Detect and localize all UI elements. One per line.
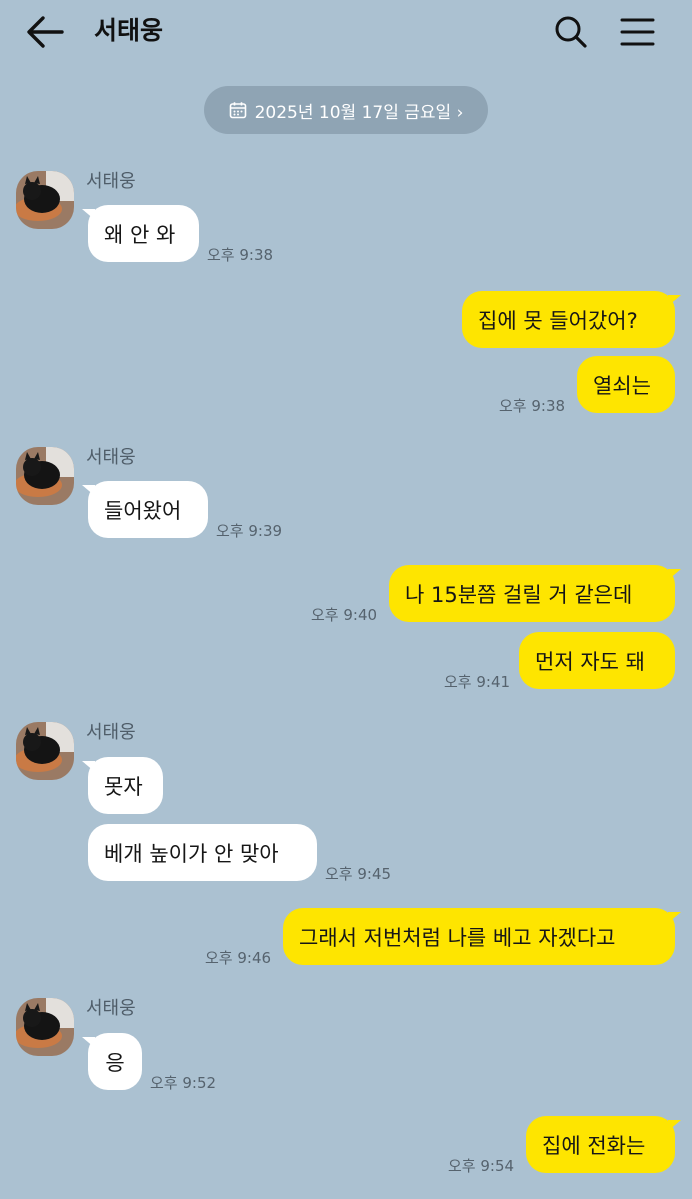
contact-avatar[interactable] bbox=[16, 171, 74, 229]
message-bubble[interactable]: 들어왔어 bbox=[82, 481, 208, 538]
sender-name: 서태웅 bbox=[86, 998, 136, 1019]
message-bubble[interactable]: 베개 높이가 안 맞아 bbox=[88, 824, 317, 881]
contact-avatar[interactable] bbox=[16, 722, 74, 780]
cat-avatar-image bbox=[16, 998, 74, 1056]
message-time: 오후 9:52 bbox=[150, 1074, 217, 1092]
menu-icon bbox=[620, 18, 655, 46]
message-time: 오후 9:40 bbox=[311, 606, 378, 624]
date-label: 2025년 10월 17일 금요일 › bbox=[254, 102, 464, 123]
search-icon bbox=[555, 16, 587, 48]
message-time: 오후 9:45 bbox=[325, 865, 392, 883]
sender-name: 서태웅 bbox=[86, 447, 136, 468]
message-text: 응 bbox=[105, 1050, 125, 1075]
message-time: 오후 9:38 bbox=[207, 246, 274, 264]
message-text: 왜 안 와 bbox=[104, 222, 176, 247]
contact-avatar[interactable] bbox=[16, 447, 74, 505]
message-text: 열쇠는 bbox=[593, 373, 651, 398]
message-text: 먼저 자도 돼 bbox=[535, 649, 645, 674]
contact-avatar[interactable] bbox=[16, 998, 74, 1056]
menu-button[interactable] bbox=[616, 11, 658, 53]
message-text: 나 15분쯤 걸릴 거 같은데 bbox=[405, 582, 633, 607]
message-bubble[interactable]: 못자 bbox=[82, 757, 163, 814]
message-text: 들어왔어 bbox=[104, 498, 182, 523]
sender-name: 서태웅 bbox=[86, 722, 136, 743]
message-bubble[interactable]: 왜 안 와 bbox=[82, 205, 199, 262]
message-bubble[interactable]: 집에 못 들어갔어? bbox=[462, 291, 681, 348]
message-bubble[interactable]: 그래서 저번처럼 나를 베고 자겠다고 bbox=[283, 908, 681, 965]
cat-avatar-image bbox=[16, 447, 74, 505]
back-button[interactable] bbox=[22, 10, 68, 54]
message-time: 오후 9:38 bbox=[499, 397, 566, 415]
message-text: 베개 높이가 안 맞아 bbox=[104, 841, 279, 866]
chat-title: 서태웅 bbox=[94, 16, 164, 45]
cat-avatar-image bbox=[16, 722, 74, 780]
calendar-icon bbox=[229, 102, 246, 119]
message-bubble[interactable]: 응 bbox=[82, 1033, 142, 1090]
arrow-left-icon bbox=[27, 16, 64, 48]
message-text: 집에 못 들어갔어? bbox=[478, 308, 638, 333]
chat-header: 서태웅 bbox=[0, 0, 692, 66]
message-time: 오후 9:41 bbox=[444, 673, 511, 691]
message-time: 오후 9:54 bbox=[448, 1157, 515, 1175]
date-divider[interactable]: 2025년 10월 17일 금요일 › bbox=[204, 86, 488, 134]
message-text: 그래서 저번처럼 나를 베고 자겠다고 bbox=[299, 925, 616, 950]
message-text: 집에 전화는 bbox=[542, 1133, 646, 1158]
cat-avatar-image bbox=[16, 171, 74, 229]
message-time: 오후 9:46 bbox=[205, 949, 272, 967]
message-bubble[interactable]: 열쇠는 bbox=[577, 356, 675, 413]
message-bubble[interactable]: 나 15분쯤 걸릴 거 같은데 bbox=[389, 565, 681, 622]
message-bubble[interactable]: 먼저 자도 돼 bbox=[519, 632, 675, 689]
message-bubble[interactable]: 집에 전화는 bbox=[526, 1116, 681, 1173]
message-text: 못자 bbox=[104, 774, 143, 799]
message-time: 오후 9:39 bbox=[216, 522, 283, 540]
sender-name: 서태웅 bbox=[86, 171, 136, 192]
search-button[interactable] bbox=[550, 11, 592, 53]
